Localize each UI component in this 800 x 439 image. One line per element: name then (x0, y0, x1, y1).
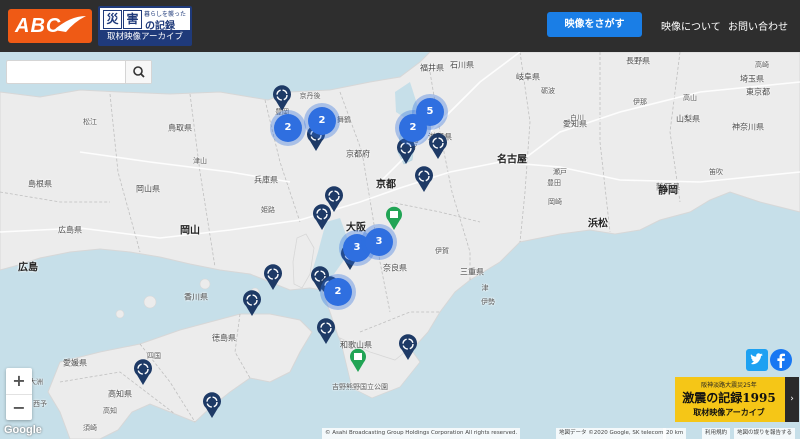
label-ehime: 愛媛県 (63, 358, 87, 368)
banner-line1: 阪神淡路大震災25年 (701, 382, 757, 389)
marker-cluster[interactable]: 2 (274, 114, 302, 142)
zoom-in-button[interactable]: + (6, 368, 32, 394)
label-ina: 伊那 (633, 98, 647, 106)
landmark-pin-icon[interactable] (349, 348, 367, 372)
label-hamamatsu: 浜松 (588, 218, 608, 230)
label-tokyo: 東京都 (746, 87, 770, 97)
label-shimane: 島根県 (28, 179, 52, 189)
video-pin-icon[interactable] (414, 166, 434, 192)
label-kyoto: 京都 (376, 179, 396, 191)
video-pin-icon[interactable] (242, 290, 262, 316)
label-iga: 伊賀 (435, 247, 449, 255)
label-okazaki: 岡崎 (548, 198, 562, 206)
label-ise: 伊勢 (481, 298, 495, 306)
archive-logo[interactable]: 災 害 暮らしを襲った の記録 取材映像アーカイブ (98, 6, 192, 46)
twitter-icon (750, 353, 763, 365)
label-kyotango: 京丹後 (299, 92, 321, 100)
site-header: ABC 災 害 暮らしを襲った の記録 取材映像アーカイブ 映像をさがす 映像に… (0, 0, 800, 52)
label-nagoya: 名古屋 (497, 154, 527, 166)
label-shizuoka: 静岡 (658, 185, 678, 197)
label-fukui: 福井県 (420, 63, 444, 73)
label-himeji: 姫路 (261, 206, 275, 214)
archive-logo-bottom: 取材映像アーカイブ (100, 30, 190, 44)
label-hiroshima-pref: 広島県 (58, 225, 82, 235)
google-logo: Google (4, 424, 42, 436)
label-gifu: 岐阜県 (516, 72, 540, 82)
label-mie: 三重県 (460, 267, 484, 277)
search-video-button[interactable]: 映像をさがす (547, 12, 642, 37)
video-pin-icon[interactable] (263, 264, 283, 290)
label-nagano: 長野県 (626, 56, 650, 66)
zoom-out-button[interactable]: − (6, 394, 32, 420)
marker-cluster[interactable]: 2 (324, 278, 352, 306)
video-pin-icon[interactable] (272, 85, 292, 111)
label-kanagawa: 神奈川県 (732, 122, 764, 132)
label-kochi-pref: 高知県 (108, 389, 132, 399)
label-tottori: 鳥取県 (168, 123, 192, 133)
marker-cluster[interactable]: 2 (399, 114, 427, 142)
search-icon (133, 66, 145, 78)
label-matsue: 松江 (83, 118, 97, 126)
chevron-right-icon: › (785, 377, 799, 422)
label-ishikawa: 石川県 (450, 60, 474, 70)
label-fuefuki: 笛吹 (709, 168, 723, 176)
label-tonami: 砺波 (541, 87, 555, 95)
label-kumano: 吉野熊野国立公園 (332, 383, 388, 391)
label-saijo: 西予 (33, 400, 47, 408)
abc-swoosh-icon (54, 16, 86, 32)
marker-cluster[interactable]: 3 (365, 228, 393, 256)
label-kagawa: 香川県 (184, 292, 208, 302)
label-saitama: 埼玉県 (740, 74, 764, 84)
label-takayama: 高山 (683, 94, 697, 102)
terms-link[interactable]: 利用規約 (702, 428, 731, 439)
archive-logo-kanji-2: 害 (123, 10, 142, 29)
abc-logo[interactable]: ABC (8, 9, 92, 43)
label-maizuru: 舞鶴 (337, 116, 351, 124)
label-shirakawa: 白川 (570, 114, 584, 122)
facebook-share-button[interactable] (770, 349, 792, 371)
map-search-button[interactable] (125, 61, 151, 83)
label-hiroshima: 広島 (18, 262, 38, 274)
label-toyota: 豊田 (547, 179, 561, 187)
video-pin-icon[interactable] (316, 318, 336, 344)
label-takasaki: 高崎 (755, 61, 769, 69)
label-kochi: 高知 (103, 407, 117, 415)
label-tsu: 津 (481, 284, 489, 292)
banner-line2: 激震の記録1995 (682, 391, 776, 405)
label-tsuyama: 津山 (193, 157, 207, 165)
label-osaka: 大阪 (346, 222, 366, 234)
video-pin-icon[interactable] (312, 204, 332, 230)
map-search (6, 60, 152, 84)
nav-contact-link[interactable]: お問い合わせ (728, 18, 788, 33)
label-susaki: 須崎 (83, 424, 97, 432)
video-pin-icon[interactable] (398, 334, 418, 360)
report-error-link[interactable]: 地図の誤りを報告する (734, 428, 796, 439)
label-tokushima: 徳島県 (212, 333, 236, 343)
map-search-input[interactable] (7, 61, 125, 83)
archive-logo-kanji-1: 災 (103, 10, 122, 29)
banner-line3: 取材映像アーカイブ (693, 408, 765, 417)
video-pin-icon[interactable] (133, 359, 153, 385)
map-scale[interactable]: 20 km (663, 428, 687, 439)
landmark-pin-icon[interactable] (385, 206, 403, 230)
label-seto: 瀬戸 (553, 168, 567, 176)
video-pin-icon[interactable] (428, 133, 448, 159)
nav-about-link[interactable]: 映像について (661, 18, 721, 33)
video-pin-icon[interactable] (202, 392, 222, 418)
label-yamanashi: 山梨県 (676, 114, 700, 124)
map-data-attribution: 地図データ ©2020 Google, SK telecom (556, 428, 667, 439)
marker-cluster[interactable]: 2 (308, 107, 336, 135)
copyright-text: © Asahi Broadcasting Group Holdings Corp… (322, 428, 521, 439)
label-okayama-pref: 岡山県 (136, 184, 160, 194)
facebook-icon (777, 353, 785, 368)
twitter-share-button[interactable] (746, 349, 768, 371)
kobe-earthquake-banner[interactable]: 阪神淡路大震災25年 激震の記録1995 取材映像アーカイブ › (675, 377, 799, 422)
label-nara: 奈良県 (383, 263, 407, 273)
label-okayama: 岡山 (180, 225, 200, 237)
zoom-control: + − (6, 368, 32, 420)
label-hyogo: 兵庫県 (254, 175, 278, 185)
label-kyoto-pref: 京都府 (346, 149, 370, 159)
